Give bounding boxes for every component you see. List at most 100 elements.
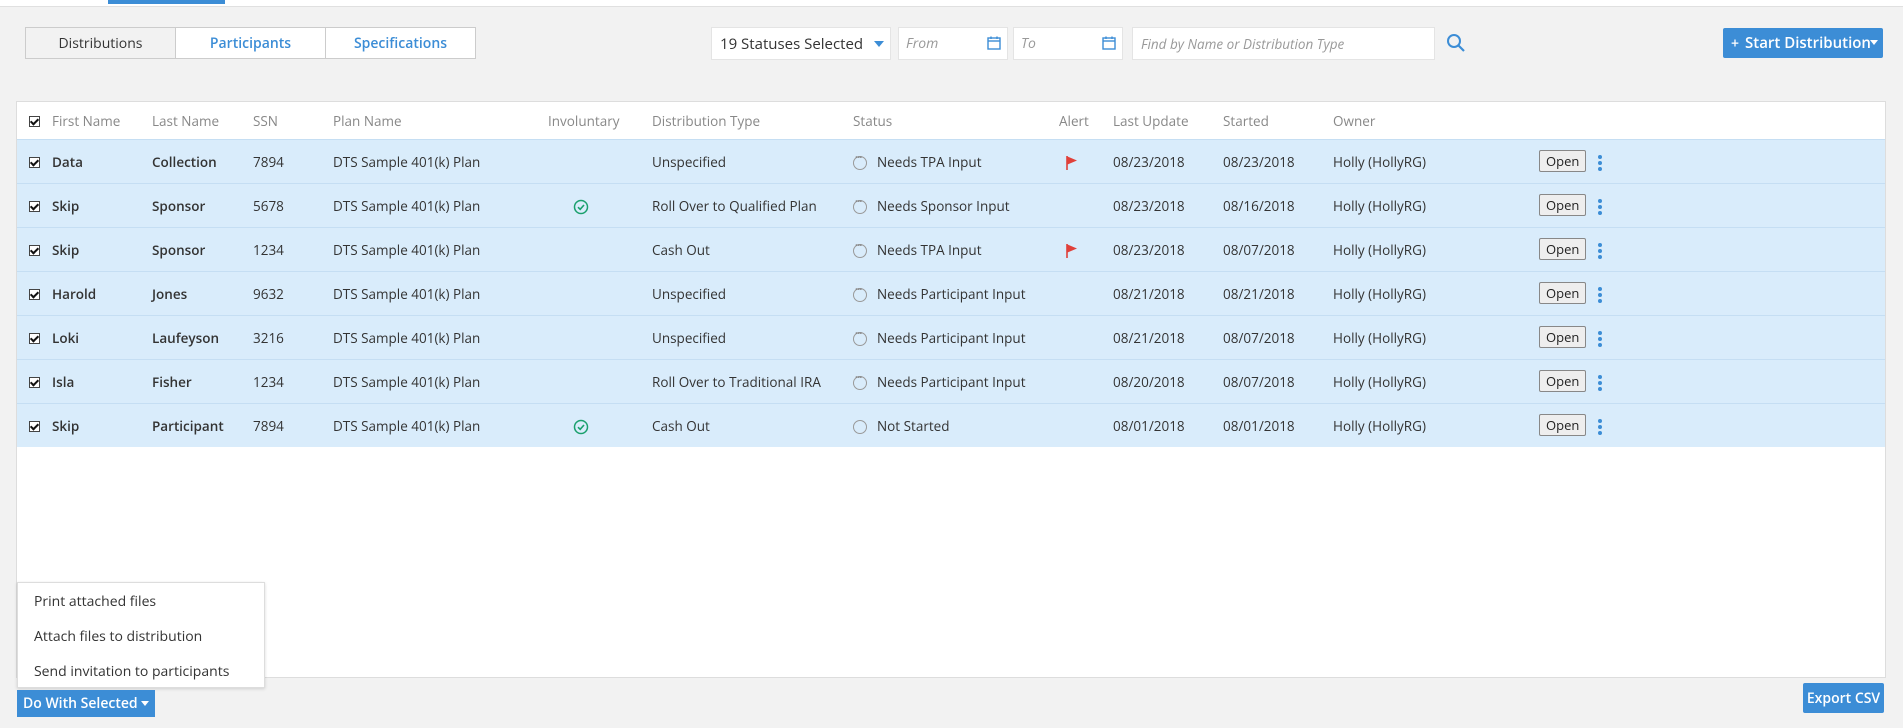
menu-item-send-invitation[interactable]: Send invitation to participants xyxy=(18,654,264,689)
select-all-checkbox[interactable] xyxy=(29,116,40,128)
chevron-down-icon xyxy=(874,41,884,47)
row-checkbox[interactable] xyxy=(29,245,40,257)
actions-cell: Open xyxy=(1539,183,1885,228)
open-button[interactable]: Open xyxy=(1539,194,1587,217)
more-options-icon[interactable] xyxy=(1598,153,1603,173)
more-options-icon[interactable] xyxy=(1598,373,1603,393)
col-first-name[interactable]: First Name xyxy=(52,102,152,140)
ssn-cell: 7894 xyxy=(253,403,333,447)
row-checkbox[interactable] xyxy=(29,377,40,389)
col-involuntary[interactable]: Involuntary xyxy=(548,102,652,140)
col-plan-name[interactable]: Plan Name xyxy=(333,102,548,140)
tab-distributions[interactable]: Distributions xyxy=(25,27,176,59)
row-select-cell xyxy=(17,359,52,404)
distribution-type-cell: Cash Out xyxy=(652,403,853,447)
plan-name-cell: DTS Sample 401(k) Plan xyxy=(333,183,548,228)
col-last-name[interactable]: Last Name xyxy=(152,102,253,140)
more-options-icon[interactable] xyxy=(1598,285,1603,305)
open-button[interactable]: Open xyxy=(1539,150,1587,173)
open-button[interactable]: Open xyxy=(1539,282,1587,305)
plan-name-cell: DTS Sample 401(k) Plan xyxy=(333,139,548,184)
row-select-cell xyxy=(17,227,52,272)
search-icon[interactable] xyxy=(1446,33,1466,53)
last-update-cell: 08/20/2018 xyxy=(1113,359,1223,404)
status-text: Needs Participant Input xyxy=(877,328,1026,347)
status-cell: Needs Participant Input xyxy=(853,359,1059,404)
status-cell: Not Started xyxy=(853,403,1059,447)
start-distribution-button[interactable]: + Start Distribution xyxy=(1723,28,1883,58)
started-cell: 08/01/2018 xyxy=(1223,403,1333,447)
ssn-cell: 3216 xyxy=(253,315,333,360)
tab-participants[interactable]: Participants xyxy=(175,27,326,59)
status-circle-icon xyxy=(853,326,867,346)
row-checkbox[interactable] xyxy=(29,157,40,169)
status-text: Needs Participant Input xyxy=(877,284,1026,303)
open-button[interactable]: Open xyxy=(1539,414,1587,437)
involuntary-cell xyxy=(548,403,652,447)
involuntary-cell xyxy=(548,359,652,404)
table-row[interactable]: Skip Participant 7894 DTS Sample 401(k) Pla… xyxy=(17,403,1885,447)
status-cell: Needs Participant Input xyxy=(853,315,1059,360)
col-owner[interactable]: Owner xyxy=(1333,102,1539,140)
check-circle-icon xyxy=(573,199,589,214)
active-nav-indicator xyxy=(108,0,225,4)
calendar-icon[interactable] xyxy=(1102,36,1116,50)
started-cell: 08/21/2018 xyxy=(1223,271,1333,316)
col-distribution-type[interactable]: Distribution Type xyxy=(652,102,853,140)
plan-name-cell: DTS Sample 401(k) Plan xyxy=(333,359,548,404)
distribution-type-cell: Unspecified xyxy=(652,315,853,360)
search-input[interactable]: Find by Name or Distribution Type xyxy=(1132,27,1435,60)
status-text: Needs Sponsor Input xyxy=(877,196,1010,215)
menu-item-attach-files[interactable]: Attach files to distribution xyxy=(18,619,264,654)
row-checkbox[interactable] xyxy=(29,421,40,433)
table-row[interactable]: Isla Fisher 1234 DTS Sample 401(k) Plan Roll… xyxy=(17,359,1885,404)
owner-cell: Holly (HollyRG) xyxy=(1333,403,1539,447)
col-alert[interactable]: Alert xyxy=(1059,102,1113,140)
table-row[interactable]: Harold Jones 9632 DTS Sample 401(k) Plan Uns… xyxy=(17,271,1885,316)
to-date-field[interactable]: To xyxy=(1013,27,1123,60)
search-placeholder: Find by Name or Distribution Type xyxy=(1141,34,1345,53)
status-cell: Needs TPA Input xyxy=(853,227,1059,272)
open-button[interactable]: Open xyxy=(1539,370,1587,393)
export-csv-button[interactable]: Export CSV xyxy=(1803,683,1884,713)
status-cell: Needs TPA Input xyxy=(853,139,1059,184)
last-name-cell: Sponsor xyxy=(152,183,253,228)
more-options-icon[interactable] xyxy=(1598,241,1603,261)
row-checkbox[interactable] xyxy=(29,201,40,213)
open-button[interactable]: Open xyxy=(1539,238,1587,261)
distribution-type-cell: Roll Over to Qualified Plan xyxy=(652,183,853,228)
table-row[interactable]: Data Collection 7894 DTS Sample 401(k) Plan… xyxy=(17,139,1885,184)
owner-cell: Holly (HollyRG) xyxy=(1333,183,1539,228)
more-options-icon[interactable] xyxy=(1598,417,1603,437)
more-options-icon[interactable] xyxy=(1598,329,1603,349)
table-row[interactable]: Loki Laufeyson 3216 DTS Sample 401(k) Plan U… xyxy=(17,315,1885,360)
status-circle-icon xyxy=(853,282,867,302)
alert-cell xyxy=(1059,315,1113,360)
do-with-selected-button[interactable]: Do With Selected xyxy=(17,690,155,717)
tab-specifications[interactable]: Specifications xyxy=(325,27,476,59)
table-row[interactable]: Skip Sponsor 5678 DTS Sample 401(k) Plan Rol… xyxy=(17,183,1885,228)
calendar-icon[interactable] xyxy=(987,36,1001,50)
col-last-update[interactable]: Last Update xyxy=(1113,102,1223,140)
tab-bar: Distributions Participants Specification… xyxy=(25,27,476,59)
status-text: Not Started xyxy=(877,416,950,435)
col-status[interactable]: Status xyxy=(853,102,1059,140)
first-name-cell: Data xyxy=(52,139,152,184)
status-circle-icon xyxy=(853,194,867,214)
row-select-cell xyxy=(17,271,52,316)
last-name-cell: Sponsor xyxy=(152,227,253,272)
distribution-type-cell: Unspecified xyxy=(652,139,853,184)
table-row[interactable]: Skip Sponsor 1234 DTS Sample 401(k) Plan Cas… xyxy=(17,227,1885,272)
more-options-icon[interactable] xyxy=(1598,197,1603,217)
col-started[interactable]: Started xyxy=(1223,102,1333,140)
row-checkbox[interactable] xyxy=(29,289,40,301)
open-button[interactable]: Open xyxy=(1539,326,1587,349)
menu-item-print-attached-files[interactable]: Print attached files xyxy=(18,584,264,619)
from-date-field[interactable]: From xyxy=(898,27,1008,60)
started-cell: 08/07/2018 xyxy=(1223,359,1333,404)
alert-cell xyxy=(1059,271,1113,316)
status-filter-select[interactable]: 19 Statuses Selected xyxy=(711,27,891,60)
last-name-cell: Fisher xyxy=(152,359,253,404)
col-ssn[interactable]: SSN xyxy=(253,102,333,140)
row-checkbox[interactable] xyxy=(29,333,40,345)
